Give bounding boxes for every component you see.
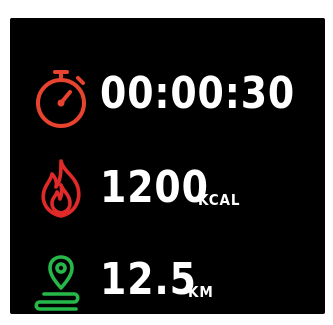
calories-value: 1200 [100,162,209,213]
calories-row: 1200 KCAL [10,158,325,228]
duration-row: 00:00:30 [10,66,325,136]
duration-value: 00:00:30 [100,68,296,119]
distance-value: 12.5 [100,254,197,305]
calories-unit: KCAL [198,191,241,209]
cropped-header [160,18,240,24]
distance-row: 12.5 KM [10,250,325,314]
distance-unit: KM [188,283,214,301]
stopwatch-icon [36,70,86,128]
flame-icon [41,159,81,218]
route-pin-icon [34,255,80,311]
watch-screen: 00:00:30 1200 KCAL 12.5 KM [10,18,325,314]
